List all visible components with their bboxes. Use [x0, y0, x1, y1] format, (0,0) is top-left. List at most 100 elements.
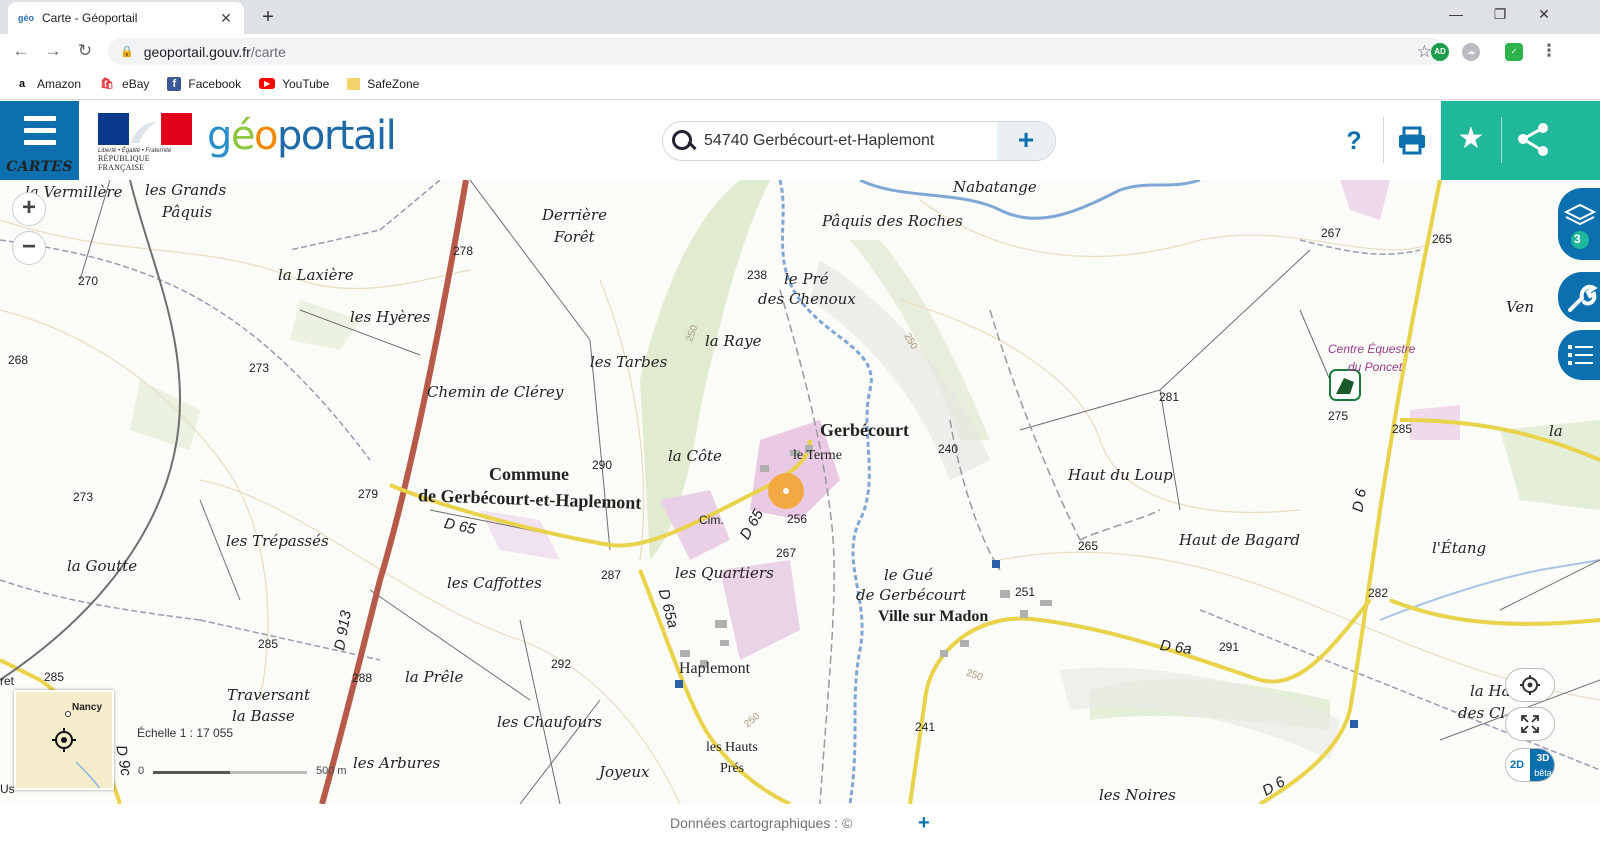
- forward-icon[interactable]: →: [40, 39, 66, 63]
- elevation-label: 285: [44, 670, 65, 684]
- place-label: les Grands: [145, 181, 227, 199]
- place-label: Haut du Loup: [1068, 466, 1173, 484]
- bookmark-ebay[interactable]: 🛍 eBay: [99, 77, 149, 91]
- attribution-expand-button[interactable]: +: [918, 812, 930, 835]
- place-label: Joyeux: [599, 763, 650, 781]
- elevation-label: 267: [776, 546, 797, 560]
- attribution-footer: Données cartographiques : © +: [0, 804, 1600, 860]
- place-label: les Hyères: [350, 308, 431, 326]
- teal-actions: ★: [1441, 101, 1600, 180]
- search-icon[interactable]: [669, 127, 697, 155]
- commune-label: Commune: [489, 464, 569, 484]
- view-3d-button[interactable]: 3D bêta: [1530, 749, 1554, 781]
- elevation-label: 265: [1432, 232, 1453, 246]
- place-label: Traversant: [227, 686, 310, 704]
- town-label-ville-sur-madon: Ville sur Madon: [878, 608, 989, 625]
- browser-menu-icon[interactable]: ⋮: [1536, 39, 1562, 63]
- reload-icon[interactable]: ↻: [72, 39, 98, 63]
- locate-me-button[interactable]: [1505, 668, 1555, 702]
- bookmark-star-icon[interactable]: ☆: [1417, 42, 1432, 62]
- zoom-in-button[interactable]: +: [12, 192, 46, 226]
- legend-list-button[interactable]: [1558, 330, 1600, 380]
- search-input[interactable]: [704, 132, 994, 150]
- menu-icon: [24, 116, 56, 152]
- elevation-label: 287: [601, 568, 622, 582]
- scale-graphic: [153, 771, 307, 774]
- place-label: les Quartiers: [675, 564, 774, 582]
- bookmark-amazon[interactable]: a Amazon: [14, 77, 81, 91]
- bookmark-label: YouTube: [282, 76, 330, 91]
- cloud-extension-icon[interactable]: ☁: [1462, 43, 1480, 61]
- back-icon[interactable]: ←: [8, 39, 34, 63]
- view-2d-label[interactable]: 2D: [1510, 749, 1524, 781]
- town-label-gerbecourt: Gerbécourt: [820, 420, 909, 440]
- elevation-label: 251: [1015, 585, 1036, 599]
- overview-minimap[interactable]: Nancy: [14, 690, 114, 790]
- folder-icon: [347, 77, 361, 90]
- marianne-republique: RÉPUBLIQUE FRANÇAISE: [98, 154, 150, 172]
- layers-button[interactable]: 3: [1558, 188, 1600, 260]
- elevation-label: 278: [453, 244, 474, 258]
- place-label: la Prêle: [405, 668, 464, 686]
- bookmark-youtube[interactable]: ▶ YouTube: [259, 77, 329, 91]
- fullscreen-button[interactable]: [1505, 707, 1555, 741]
- elevation-label: 240: [938, 442, 959, 456]
- cartes-label: CARTES: [6, 159, 73, 175]
- logo-part: é: [230, 113, 256, 159]
- minimize-window-icon[interactable]: —: [1434, 0, 1478, 30]
- place-label: la Goutte: [67, 557, 138, 575]
- address-bar[interactable]: 🔒 geoportail.gouv.fr/carte ☆: [108, 38, 1444, 65]
- place-label: la: [1549, 422, 1563, 440]
- geoportail-header: CARTES Liberté • Égalité • Fraternité RÉ…: [0, 101, 1600, 180]
- tools-wrench-button[interactable]: [1558, 272, 1600, 322]
- view-beta-label: bêta: [1534, 768, 1552, 778]
- bookmark-label: eBay: [122, 76, 150, 91]
- poi-label: Centre Équestre: [1328, 342, 1416, 356]
- elevation-label: 256: [787, 512, 808, 526]
- geoportail-logo[interactable]: géoportail: [207, 113, 397, 159]
- place-label: les Caffottes: [447, 574, 542, 592]
- bookmark-facebook[interactable]: f Facebook: [167, 76, 242, 91]
- place-label: Chemin de Clérey: [427, 383, 564, 401]
- url-path: /carte: [250, 43, 286, 60]
- elevation-label: 279: [358, 487, 379, 501]
- map-view[interactable]: la Vermillère les Grands Pâquis Derrière…: [0, 180, 1600, 804]
- close-window-icon[interactable]: ✕: [1522, 0, 1566, 30]
- scale-text: Échelle 1 : 17 055: [137, 726, 234, 740]
- restore-window-icon[interactable]: ❐: [1478, 0, 1522, 30]
- share-icon[interactable]: [1503, 101, 1563, 180]
- elevation-label: 265: [1078, 539, 1099, 553]
- print-icon[interactable]: [1394, 123, 1430, 159]
- place-label: les Noires: [1099, 786, 1176, 804]
- view-3d-label: 3D: [1536, 753, 1550, 764]
- shield-extension-icon[interactable]: ✓: [1505, 43, 1523, 61]
- place-label: Us: [0, 782, 15, 796]
- new-tab-button[interactable]: +: [256, 6, 280, 30]
- adblock-extension-icon[interactable]: AD: [1431, 43, 1449, 61]
- bookmark-label: Amazon: [37, 76, 82, 91]
- advanced-search-button[interactable]: +: [997, 122, 1055, 160]
- favorites-star-icon[interactable]: ★: [1441, 101, 1501, 180]
- place-label: la Laxière: [278, 266, 354, 284]
- cartes-menu-button[interactable]: CARTES: [0, 101, 79, 180]
- help-button[interactable]: ?: [1338, 123, 1370, 159]
- place-label: de Gerbécourt: [856, 586, 967, 604]
- tab-title: Carte - Géoportail: [42, 11, 138, 25]
- place-label: l'Étang: [1432, 539, 1487, 557]
- bookmark-safezone[interactable]: SafeZone: [347, 77, 419, 91]
- layers-count: 3: [1574, 232, 1581, 246]
- ebay-icon: 🛍: [100, 78, 115, 90]
- elevation-label: 238: [747, 268, 768, 282]
- place-label: le Gué: [884, 566, 933, 584]
- elevation-label: 273: [73, 490, 94, 504]
- place-label: Nabatange: [953, 180, 1037, 196]
- browser-tab[interactable]: géo Carte - Géoportail ✕: [8, 2, 244, 34]
- view-2d-3d-toggle[interactable]: 2D 3D bêta: [1505, 748, 1555, 782]
- zoom-out-button[interactable]: −: [12, 231, 46, 265]
- close-tab-icon[interactable]: ✕: [218, 10, 234, 27]
- bookmark-label: Facebook: [188, 76, 242, 91]
- elevation-label: 291: [1219, 640, 1240, 654]
- place-label: des Chenoux: [758, 290, 856, 308]
- map-data-attribution: Données cartographiques : ©: [670, 815, 853, 831]
- place-label: ret: [0, 674, 15, 688]
